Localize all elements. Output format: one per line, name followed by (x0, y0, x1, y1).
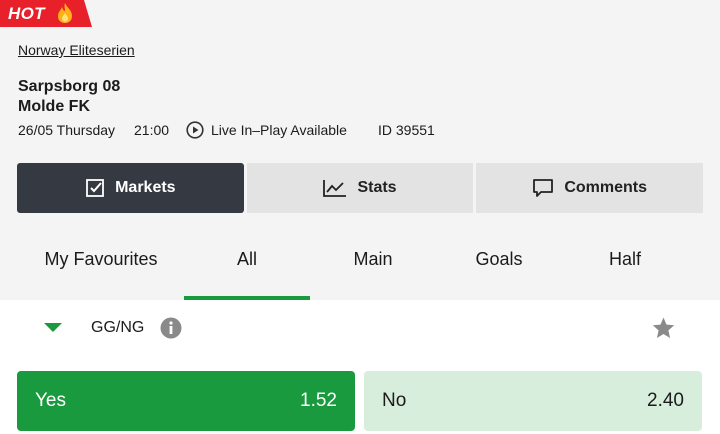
tab-goals-label: Goals (475, 248, 523, 269)
flame-icon (58, 3, 72, 23)
market-title: GG/NG (91, 319, 145, 336)
odd-button-no[interactable]: No 2.40 (364, 371, 702, 431)
tab-stats-label: Stats (357, 179, 397, 196)
tab-my-favourites-label: My Favourites (44, 248, 158, 269)
odd-button-yes[interactable]: Yes 1.52 (17, 371, 355, 431)
away-team: Molde FK (18, 98, 90, 115)
checkbox-icon (86, 179, 104, 197)
hot-label: HOT (8, 4, 45, 23)
tab-goals[interactable]: Goals (436, 230, 562, 288)
tab-stats[interactable]: Stats (246, 163, 474, 213)
odd-yes-label: Yes (35, 390, 66, 411)
tab-main-label: Main (353, 248, 393, 269)
match-meta: 26/05 Thursday 21:00 Live In–Play Availa… (18, 121, 435, 139)
tab-main[interactable]: Main (310, 230, 436, 288)
odd-no-label: No (382, 390, 407, 411)
play-circle-icon (186, 121, 204, 139)
odd-no-value: 2.40 (647, 390, 684, 411)
tab-half-label: Half (608, 248, 641, 269)
match-date: 26/05 Thursday (18, 122, 116, 138)
chart-icon (323, 180, 347, 197)
info-icon[interactable] (160, 317, 182, 339)
match-id: ID 39551 (378, 122, 435, 138)
tab-comments-label: Comments (564, 179, 648, 196)
tab-half[interactable]: Half (562, 230, 688, 288)
collapse-arrow-icon[interactable] (44, 323, 62, 332)
comment-icon (533, 179, 554, 197)
tab-all[interactable]: All (184, 230, 310, 300)
market-panel: GG/NG Yes 1.52 No 2.40 (0, 300, 720, 434)
odd-yes-value: 1.52 (300, 390, 337, 411)
home-team: Sarpsborg 08 (18, 78, 121, 95)
market-category-tabs: My Favourites All Main Goals Half (0, 230, 720, 300)
tab-all-label: All (236, 248, 257, 269)
view-tabs: Markets Stats Comments (17, 163, 704, 213)
live-inplay-label: Live In–Play Available (211, 122, 347, 138)
hot-badge: HOT (0, 0, 92, 27)
league-link[interactable]: Norway Eliteserien (18, 42, 135, 58)
favourite-star-icon[interactable] (651, 316, 676, 340)
tab-my-favourites[interactable]: My Favourites (0, 230, 202, 288)
tab-markets-label: Markets (115, 179, 176, 196)
tab-comments[interactable]: Comments (476, 163, 704, 213)
match-time: 21:00 (134, 122, 170, 138)
tab-markets[interactable]: Markets (17, 163, 244, 213)
